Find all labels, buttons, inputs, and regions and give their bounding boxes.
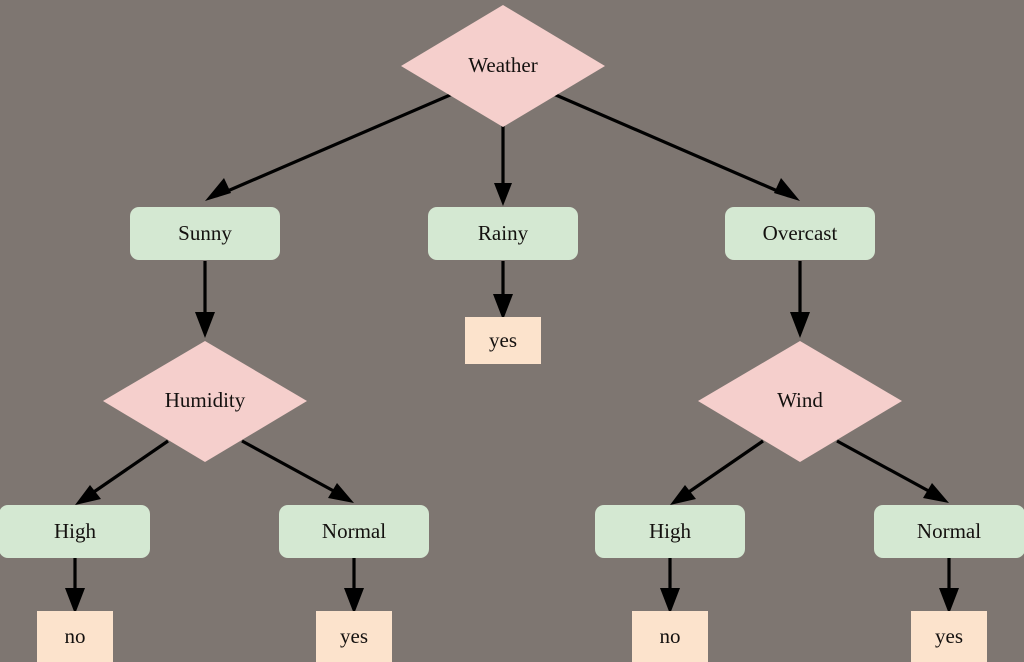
node-weather[interactable]: Weather <box>401 5 605 127</box>
rect-shape <box>632 611 708 662</box>
edge-sunny-humidity <box>195 261 215 338</box>
edge-weather-rainy <box>494 117 512 206</box>
edge-line <box>87 439 169 498</box>
edge-humidity-normal-leaf <box>344 558 364 614</box>
rounded-rect-shape <box>874 505 1024 558</box>
rounded-rect-shape <box>0 505 150 558</box>
node-humidity-high[interactable]: High <box>0 505 150 558</box>
node-humidity-normal-leaf[interactable]: yes <box>316 611 392 662</box>
edge-wind-normal-leaf <box>939 558 959 614</box>
rounded-rect-shape <box>428 207 578 260</box>
rect-shape <box>465 317 541 364</box>
node-wind-normal[interactable]: Normal <box>874 505 1024 558</box>
edge-line <box>541 87 790 198</box>
edge-humidity-normal <box>241 439 354 503</box>
edge-line <box>241 439 342 497</box>
node-humidity-normal[interactable]: Normal <box>279 505 429 558</box>
diamond-shape <box>698 341 902 462</box>
edge-wind-normal <box>836 439 949 503</box>
rounded-rect-shape <box>725 207 875 260</box>
edge-line <box>682 439 764 498</box>
node-wind[interactable]: Wind <box>698 341 902 462</box>
edge-wind-high-leaf <box>660 558 680 614</box>
rect-shape <box>316 611 392 662</box>
arrow-head-icon <box>923 483 949 503</box>
rounded-rect-shape <box>130 207 280 260</box>
edge-weather-overcast <box>541 87 800 201</box>
arrow-head-icon <box>205 178 231 201</box>
edge-line <box>836 439 937 497</box>
node-overcast[interactable]: Overcast <box>725 207 875 260</box>
arrow-head-icon <box>195 312 215 338</box>
node-humidity[interactable]: Humidity <box>103 341 307 462</box>
rect-shape <box>911 611 987 662</box>
diamond-shape <box>401 5 605 127</box>
edge-humidity-high-leaf <box>65 558 85 614</box>
edge-wind-high <box>670 439 764 505</box>
node-sunny[interactable]: Sunny <box>130 207 280 260</box>
arrow-head-icon <box>660 588 680 614</box>
arrow-head-icon <box>774 178 800 201</box>
node-wind-high[interactable]: High <box>595 505 745 558</box>
arrow-head-icon <box>790 312 810 338</box>
rounded-rect-shape <box>595 505 745 558</box>
arrow-head-icon <box>344 588 364 614</box>
arrow-head-icon <box>328 483 354 503</box>
edge-humidity-high <box>75 439 169 505</box>
rounded-rect-shape <box>279 505 429 558</box>
node-wind-normal-leaf[interactable]: yes <box>911 611 987 662</box>
node-rainy[interactable]: Rainy <box>428 207 578 260</box>
node-humidity-high-leaf[interactable]: no <box>37 611 113 662</box>
edge-rainy-leaf <box>493 261 513 320</box>
node-wind-high-leaf[interactable]: no <box>632 611 708 662</box>
edge-weather-sunny <box>205 87 465 201</box>
arrow-head-icon <box>494 183 512 206</box>
edge-line <box>215 87 465 198</box>
decision-tree-diagram: Weather Sunny Rainy Overcast Humidity ye… <box>0 0 1024 662</box>
edge-overcast-wind <box>790 261 810 338</box>
tree-canvas: Weather Sunny Rainy Overcast Humidity ye… <box>0 5 1024 662</box>
rect-shape <box>37 611 113 662</box>
diamond-shape <box>103 341 307 462</box>
arrow-head-icon <box>939 588 959 614</box>
arrow-head-icon <box>65 588 85 614</box>
arrow-head-icon <box>493 294 513 320</box>
node-rainy-leaf[interactable]: yes <box>465 317 541 364</box>
